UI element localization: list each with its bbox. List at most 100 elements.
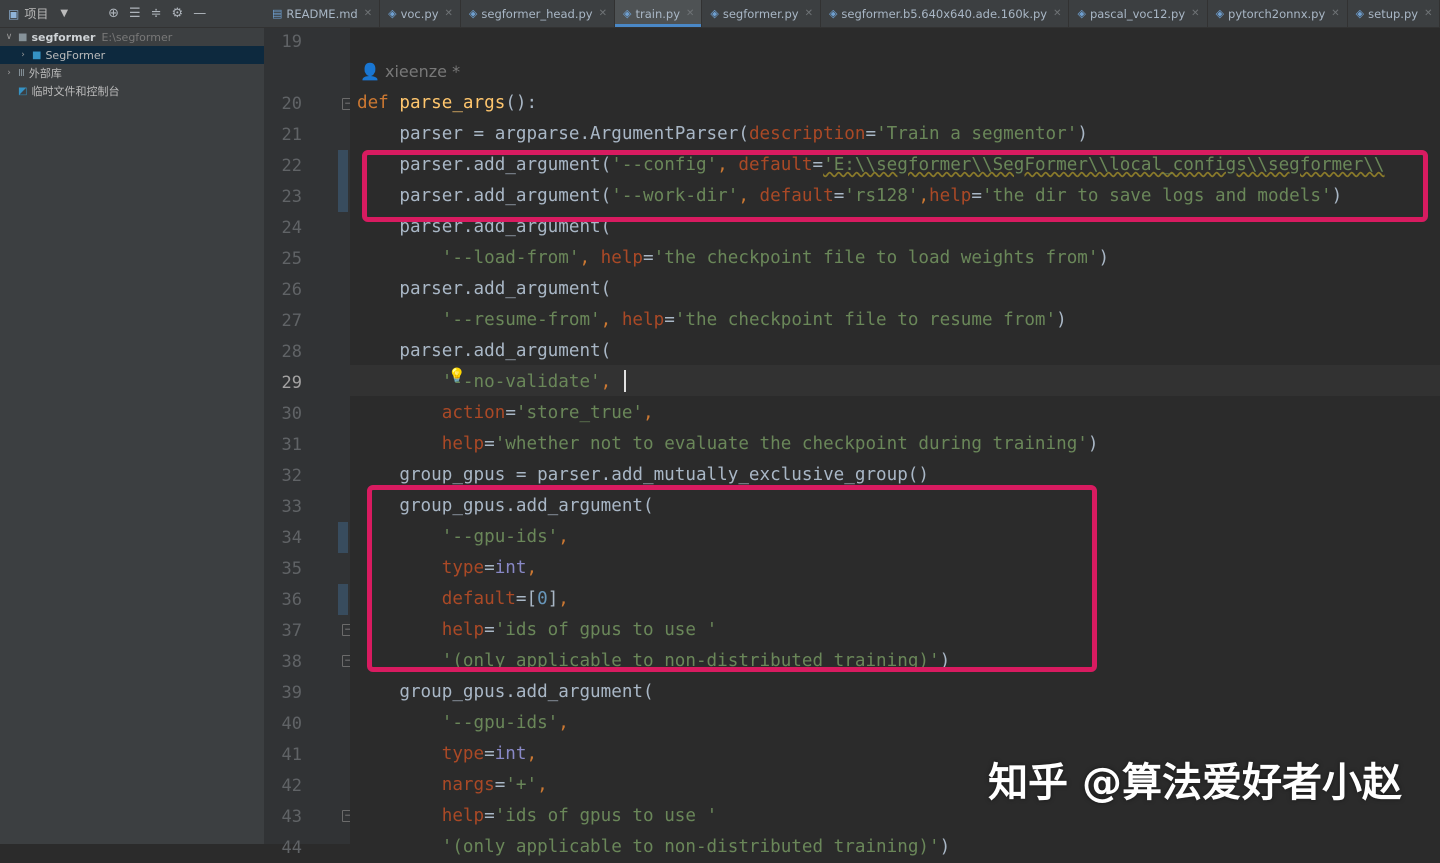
python-file-icon: ◈ <box>828 7 838 20</box>
tree-item-segformer[interactable]: › ■ SegFormer <box>0 46 264 64</box>
line-number[interactable]: 30 <box>264 404 302 424</box>
code-line-40: '--gpu-ids', <box>441 713 569 733</box>
change-marker[interactable] <box>338 522 348 553</box>
change-marker[interactable] <box>338 584 348 615</box>
line-number[interactable]: 27 <box>264 311 302 331</box>
line-number[interactable]: 19 <box>264 32 302 52</box>
line-number[interactable]: 32 <box>264 466 302 486</box>
user-icon: 👤 <box>360 62 380 81</box>
close-icon[interactable]: ✕ <box>364 8 372 19</box>
tab-segformer-head[interactable]: ◈ segformer_head.py ✕ <box>461 0 615 27</box>
line-number[interactable]: 21 <box>264 125 302 145</box>
locate-icon[interactable]: ⊕ <box>108 6 119 21</box>
collapse-all-icon[interactable]: ≑ <box>151 6 162 21</box>
line-number[interactable]: 25 <box>264 249 302 269</box>
folder-icon: ■ <box>32 49 42 61</box>
line-number[interactable]: 26 <box>264 280 302 300</box>
code-line-26: parser.add_argument( <box>399 279 612 299</box>
line-number[interactable]: 39 <box>264 683 302 703</box>
code-line-31: help='whether not to evaluate the checkp… <box>441 434 1099 454</box>
code-author-hint[interactable]: 👤 xieenze * <box>360 62 460 81</box>
change-marker[interactable] <box>338 150 348 212</box>
line-number[interactable]: 37 <box>264 621 302 641</box>
line-number[interactable]: 36 <box>264 590 302 610</box>
code-line-21: parser = argparse.ArgumentParser(descrip… <box>399 124 1088 144</box>
project-panel: ∨ ■ segformer E:\segformer › ■ SegFormer… <box>0 28 264 844</box>
project-panel-title[interactable]: 项目 <box>24 5 48 22</box>
line-number[interactable]: 42 <box>264 776 302 796</box>
close-icon[interactable]: ✕ <box>445 8 453 19</box>
tree-item-segformer-root[interactable]: ∨ ■ segformer E:\segformer <box>0 28 264 46</box>
close-icon[interactable]: ✕ <box>805 8 813 19</box>
python-file-icon: ◈ <box>1215 7 1225 20</box>
project-icon: ▣ <box>8 6 20 21</box>
python-file-icon: ◈ <box>1077 7 1086 20</box>
project-panel-header: ▣ 项目 ▼ ⊕ ☰ ≑ ⚙ — <box>0 0 264 27</box>
tab-train[interactable]: ◈ train.py ✕ <box>615 0 703 27</box>
line-number[interactable]: 34 <box>264 528 302 548</box>
code-line-42: nargs='+', <box>441 775 548 795</box>
line-number[interactable]: 31 <box>264 435 302 455</box>
chevron-down-icon[interactable]: ▼ <box>60 8 68 19</box>
gear-icon[interactable]: ⚙ <box>172 6 184 21</box>
python-file-icon: ◈ <box>623 7 632 20</box>
close-icon[interactable]: ✕ <box>1424 8 1432 19</box>
tab-setup[interactable]: ◈ setup.py ✕ <box>1348 0 1440 27</box>
tab-readme[interactable]: ▤ README.md ✕ <box>264 0 381 27</box>
code-editor[interactable]: 👤 xieenze * 💡 def parse_args(): parser =… <box>350 28 1440 857</box>
chevron-right-icon[interactable]: › <box>2 68 16 78</box>
folder-icon: ■ <box>18 31 28 43</box>
code-line-44: '(only applicable to non-distributed tra… <box>441 837 951 857</box>
watermark: 知乎 @算法爱好者小赵 <box>988 760 1402 806</box>
line-number[interactable]: 28 <box>264 342 302 362</box>
library-icon: Ⅲ <box>18 67 25 79</box>
line-number[interactable]: 40 <box>264 714 302 734</box>
code-line-39: group_gpus.add_argument( <box>399 682 654 702</box>
highlight-box-config <box>362 150 1428 222</box>
editor-tabs: ▤ README.md ✕ ◈ voc.py ✕ ◈ segformer_head.py ✕… <box>264 0 1440 27</box>
python-file-icon: ◈ <box>468 7 478 20</box>
highlight-box-gpu-ids <box>367 485 1097 672</box>
close-icon[interactable]: ✕ <box>1331 8 1339 19</box>
code-line-20: def parse_args(): <box>357 93 538 113</box>
close-icon[interactable]: ✕ <box>686 8 694 19</box>
line-number[interactable]: 29 <box>264 373 302 393</box>
line-number[interactable]: 33 <box>264 497 302 517</box>
close-icon[interactable]: ✕ <box>1053 8 1061 19</box>
code-line-28: parser.add_argument( <box>399 341 612 361</box>
text-cursor <box>624 370 626 392</box>
line-number[interactable]: 20 <box>264 94 302 114</box>
line-number[interactable]: 22 <box>264 156 302 176</box>
close-icon[interactable]: ✕ <box>1191 8 1199 19</box>
python-file-icon: ◈ <box>1355 7 1365 20</box>
tab-pascal-voc12[interactable]: ◈ pascal_voc12.py ✕ <box>1069 0 1208 27</box>
tree-item-scratches[interactable]: ◩ 临时文件和控制台 <box>0 82 264 100</box>
line-number[interactable]: 24 <box>264 218 302 238</box>
python-file-icon: ◈ <box>388 7 397 20</box>
project-toolbar: ⊕ ☰ ≑ ⚙ — <box>108 6 206 21</box>
expand-all-icon[interactable]: ☰ <box>129 6 141 21</box>
line-number[interactable]: 23 <box>264 187 302 207</box>
tab-pytorch2onnx[interactable]: ◈ pytorch2onnx.py ✕ <box>1208 0 1348 27</box>
tab-voc[interactable]: ◈ voc.py ✕ <box>380 0 461 27</box>
chevron-right-icon[interactable]: › <box>16 50 30 60</box>
top-bar: ▣ 项目 ▼ ⊕ ☰ ≑ ⚙ — ▤ README.md ✕ ◈ voc.py ✕ ◈ s… <box>0 0 1440 28</box>
code-line-27: '--resume-from', help='the checkpoint fi… <box>441 310 1067 330</box>
line-number-gutter: 19 20 21 22 23 24 25 26 27 28 29 30 31 32 33 34 35 36 37 38… <box>264 28 354 858</box>
line-number[interactable]: 41 <box>264 745 302 765</box>
code-line-25: '--load-from', help='the checkpoint file… <box>441 248 1110 268</box>
line-number[interactable]: 35 <box>264 559 302 579</box>
line-number[interactable]: 38 <box>264 652 302 672</box>
line-number[interactable]: 44 <box>264 838 302 858</box>
python-file-icon: ◈ <box>710 7 719 20</box>
chevron-down-icon[interactable]: ∨ <box>2 32 16 42</box>
line-number[interactable]: 43 <box>264 807 302 827</box>
code-line-29: '--no-validate', <box>441 372 612 392</box>
close-icon[interactable]: ✕ <box>599 8 607 19</box>
code-line-41: type=int, <box>441 744 538 764</box>
minimize-icon[interactable]: — <box>193 6 206 21</box>
tree-item-external-libraries[interactable]: › Ⅲ 外部库 <box>0 64 264 82</box>
code-line-30: action='store_true', <box>441 403 654 423</box>
tab-segformer[interactable]: ◈ segformer.py ✕ <box>702 0 821 27</box>
tab-segformer-config[interactable]: ◈ segformer.b5.640x640.ade.160k.py ✕ <box>821 0 1070 27</box>
